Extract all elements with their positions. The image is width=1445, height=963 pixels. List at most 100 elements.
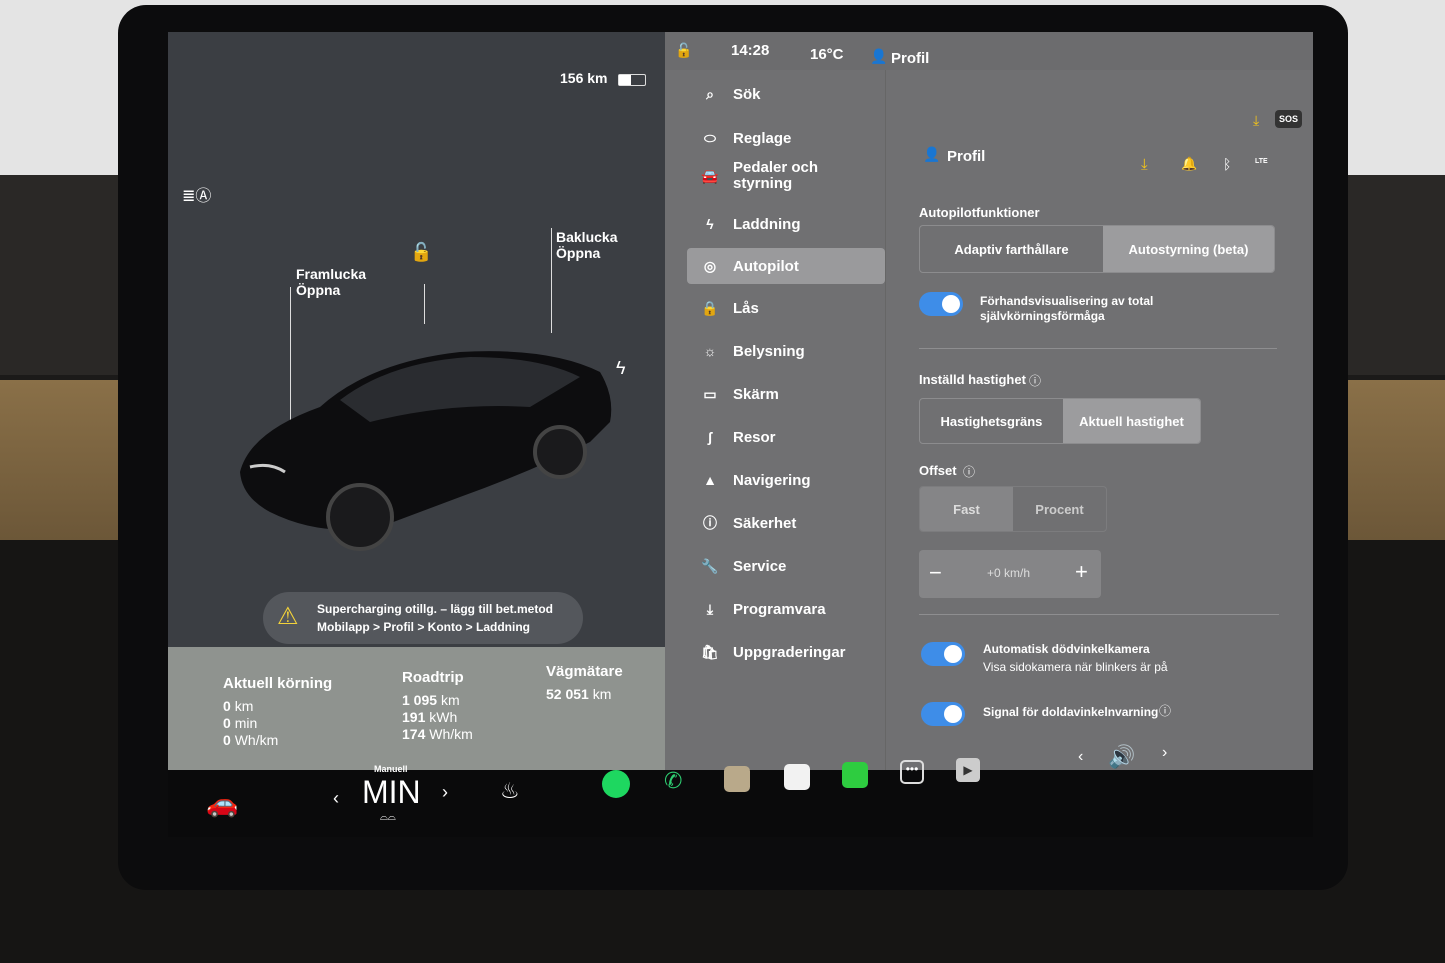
theater-icon[interactable]: ▶ [956,758,980,782]
trip-unit: km [440,692,460,708]
energy-icon[interactable] [842,762,868,788]
menu-item-uppgraderingar[interactable]: 🛍 Uppgraderingar [695,634,885,670]
menu-item-programvara[interactable]: ⤓ Programvara [695,591,885,627]
menu-item-navigering[interactable]: ▲ Navigering [695,462,885,498]
trip-value: 0 [223,698,231,714]
headlight-auto-icon[interactable]: ≣Ⓐ [182,182,211,206]
volume-right-arrow[interactable]: › [1162,744,1167,762]
menu-item-säkerhet[interactable]: ⓘ Säkerhet [695,505,885,541]
trip-roadtrip[interactable]: Roadtrip 1 095 km 191 kWh 174 Wh/km [402,669,473,743]
menu-item-label: Uppgraderingar [733,643,846,661]
menu-item-label: Resor [733,428,776,446]
menu-item-sök[interactable]: ⌕ Sök [695,76,885,112]
autopilot-features-selector: Adaptiv farthållare Autostyrning (beta) [919,225,1275,273]
seat-heater-icon[interactable]: ♨ [500,778,520,804]
trip-value: 174 [402,726,426,742]
phone-icon[interactable]: ✆ [664,768,682,794]
settings-profile[interactable]: Profil [947,148,985,165]
info-icon[interactable]: ⓘ [1159,702,1171,719]
wrench-icon: 🔧 [701,557,719,574]
menu-item-pedaler-och-styrning[interactable]: 🚘 Pedaler och styrning [695,156,885,196]
blind-spot-signal-label: Signal för doldavinkelnvarning [983,705,1159,719]
alert-title: Supercharging otillg. – lägg till bet.me… [317,602,554,616]
touchscreen: 156 km ≣Ⓐ Framlucka Öppna Baklucka Öppna… [168,32,1313,837]
menu-item-lås[interactable]: 🔒 Lås [695,290,885,326]
navigation-icon: ▲ [703,472,717,488]
profile-button[interactable]: Profil [891,50,929,67]
blind-spot-camera-sub: Visa sidokamera när blinkers är på [983,660,1168,674]
menu-item-label: Reglage [733,129,792,147]
trip-stats: Aktuell körning 0 km 0 min 0 Wh/km Roadt… [168,647,665,770]
software-update-icon[interactable]: ⤓ [1141,156,1148,173]
front-trunk-label[interactable]: Framlucka Öppna [296,266,366,298]
fsd-preview-toggle[interactable] [919,292,963,316]
option-adaptive-cruise[interactable]: Adaptiv farthållare [920,226,1103,272]
defrost-icon[interactable]: ⌓⌓ [380,812,396,823]
offset-selector: Fast Procent [919,486,1107,532]
menu-item-label: Pedaler och styrning [733,159,819,192]
info-icon[interactable]: ⓘ [1029,372,1041,389]
menu-item-autopilot[interactable]: ◎ Autopilot [687,248,885,284]
unlock-icon[interactable]: 🔓 [410,242,432,263]
set-speed-selector: Hastighetsgräns Aktuell hastighet [919,398,1201,444]
menu-item-label: Säkerhet [733,514,797,532]
toybox-icon[interactable] [724,766,750,792]
supercharging-alert[interactable]: ⚠ Supercharging otillg. – lägg till bet.… [263,592,583,644]
climate-right-arrow[interactable]: › [442,782,448,803]
trip-unit: km [592,686,612,702]
volume-left-arrow[interactable]: ‹ [1078,748,1083,766]
trip-value: 191 [402,709,426,725]
menu-item-label: Laddning [733,215,801,233]
profile-icon[interactable]: 👤 [870,48,887,65]
option-fixed[interactable]: Fast [920,487,1013,531]
more-apps-icon[interactable]: ••• [900,760,924,784]
volume-icon[interactable]: 🔊 [1108,744,1135,770]
rear-trunk-label[interactable]: Baklucka Öppna [556,229,617,261]
option-autosteer[interactable]: Autostyrning (beta) [1102,226,1274,272]
menu-item-label: Service [733,557,787,575]
info-icon[interactable]: ⓘ [963,463,975,480]
spotify-icon[interactable] [602,770,630,798]
menu-item-reglage[interactable]: ⬭ Reglage [695,120,885,156]
climate-temperature[interactable]: MIN [362,774,421,811]
trip-value: 0 [223,715,231,731]
menu-item-label: Sök [733,85,761,103]
decrease-button[interactable]: − [929,560,942,586]
status-bar: 🔓 14:28 16°C 👤 Profil [665,32,1313,70]
menu-item-belysning[interactable]: ☼ Belysning [695,333,885,369]
menu-item-service[interactable]: 🔧 Service [695,548,885,584]
trip-current[interactable]: Aktuell körning 0 km 0 min 0 Wh/km [223,675,332,749]
increase-button[interactable]: + [1075,559,1088,585]
bluetooth-icon[interactable]: ᛒ [1223,156,1231,172]
menu-item-resor[interactable]: ʃ Resor [695,419,885,455]
car-icon[interactable]: 🚗 [206,788,238,819]
menu-item-laddning[interactable]: ϟ Laddning [695,206,885,242]
menu-item-skärm[interactable]: ▭ Skärm [695,376,885,412]
sun-icon: ☼ [703,343,717,359]
autopilot-features-heading: Autopilotfunktioner [919,205,1040,220]
download-icon-top[interactable]: ⤓ [1253,112,1259,129]
range-readout: 156 km [560,70,608,86]
lock-status-icon[interactable]: 🔓 [675,42,692,59]
temperature: 16°C [810,46,844,63]
safety-icon: ⓘ [703,515,717,531]
sos-button[interactable]: SOS [1275,110,1303,128]
climate-left-arrow[interactable]: ‹ [333,788,339,809]
trip-unit: min [234,715,258,731]
download-icon: ⤓ [706,600,714,617]
bolt-icon: ϟ [706,216,714,232]
option-current-speed[interactable]: Aktuell hastighet [1062,399,1200,443]
menu-item-label: Navigering [733,471,811,489]
blind-spot-camera-toggle[interactable] [921,642,965,666]
calendar-icon[interactable] [784,764,810,790]
trip-title: Roadtrip [402,669,464,686]
option-speed-limit[interactable]: Hastighetsgräns [920,399,1063,443]
bell-icon[interactable]: 🔔 [1181,156,1197,172]
menu-item-label: Lås [733,299,759,317]
blind-spot-signal-toggle[interactable] [921,702,965,726]
car-panel: 156 km ≣Ⓐ Framlucka Öppna Baklucka Öppna… [168,32,665,770]
trip-unit: km [234,698,254,714]
trip-odometer[interactable]: Vägmätare 52 051 km [546,663,623,703]
option-percent[interactable]: Procent [1013,487,1106,531]
menu-item-label: Programvara [733,600,826,618]
